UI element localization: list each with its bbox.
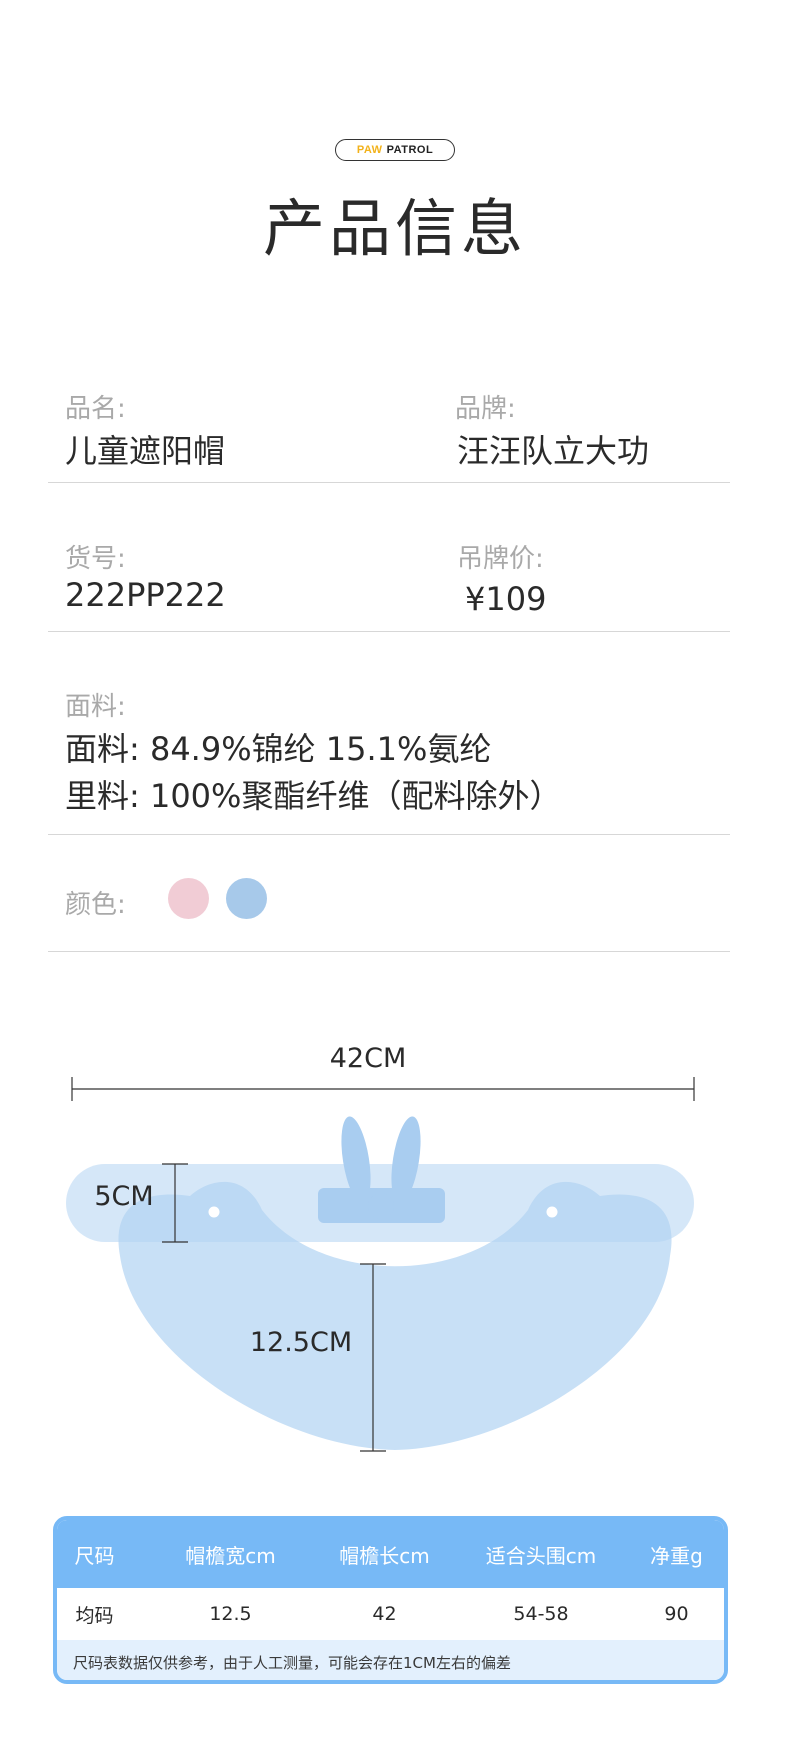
width-dimension-line [71, 1077, 695, 1101]
size-table: 尺码 帽檐宽cm 帽檐长cm 适合头围cm 净重g 均码 12.5 42 54-… [53, 1516, 728, 1684]
band-eyelet-right [546, 1206, 558, 1218]
divider [48, 631, 730, 632]
brand-label: 品牌: [455, 394, 516, 424]
cell-brim-length: 42 [372, 1603, 397, 1625]
brim-length-label: 12.5CM [250, 1327, 352, 1358]
brand-logo-pill: PAW PATROL [335, 139, 455, 161]
divider [48, 834, 730, 835]
header-brim-width: 帽檐宽cm [185, 1543, 276, 1568]
price-value: ¥109 [465, 580, 547, 618]
size-table-note-bar: 尺码表数据仅供参考，由于人工测量，可能会存在1CM左右的偏差 [57, 1640, 724, 1680]
band-height-label: 5CM [94, 1181, 153, 1212]
cell-head-circumference: 54-58 [513, 1603, 569, 1625]
cell-size: 均码 [75, 1604, 114, 1627]
size-table-note: 尺码表数据仅供参考，由于人工测量，可能会存在1CM左右的偏差 [73, 1653, 511, 1672]
price-label: 吊牌价: [457, 544, 544, 574]
size-table-header: 尺码 帽檐宽cm 帽檐长cm 适合头围cm 净重g [57, 1520, 724, 1588]
fabric-outer-value: 面料: 84.9%锦纶 15.1%氨纶 [65, 730, 492, 768]
header-net-weight: 净重g [650, 1543, 703, 1568]
brand-logo-patrol: PATROL [386, 144, 434, 156]
color-label: 颜色: [65, 890, 126, 920]
table-row: 均码 12.5 42 54-58 90 [57, 1588, 724, 1640]
sku-label: 货号: [65, 544, 126, 574]
product-name-value: 儿童遮阳帽 [65, 432, 226, 470]
cell-net-weight: 90 [664, 1603, 689, 1625]
width-dimension-label: 42CM [330, 1043, 407, 1074]
header-head-circumference: 适合头围cm [485, 1543, 597, 1568]
divider [48, 482, 730, 483]
divider [48, 951, 730, 952]
header-size: 尺码 [74, 1543, 115, 1568]
fabric-label: 面料: [65, 692, 126, 722]
brand-logo-paw: PAW [356, 144, 383, 156]
page-title: 产品信息 [262, 192, 527, 265]
buckle-knot-icon [368, 1193, 394, 1219]
header-brim-length: 帽檐长cm [339, 1543, 430, 1568]
cell-brim-width: 12.5 [209, 1603, 252, 1625]
sku-value: 222PP222 [65, 576, 226, 614]
brand-value: 汪汪队立大功 [457, 432, 650, 470]
color-swatch-pink[interactable] [168, 878, 209, 919]
fabric-lining-value: 里料: 100%聚酯纤维（配料除外） [65, 777, 562, 815]
hat-size-diagram: 42CM 5CM 12.5CM [66, 1043, 695, 1452]
color-swatch-blue[interactable] [226, 878, 267, 919]
band-eyelet-left [208, 1206, 220, 1218]
product-name-label: 品名: [65, 394, 126, 424]
